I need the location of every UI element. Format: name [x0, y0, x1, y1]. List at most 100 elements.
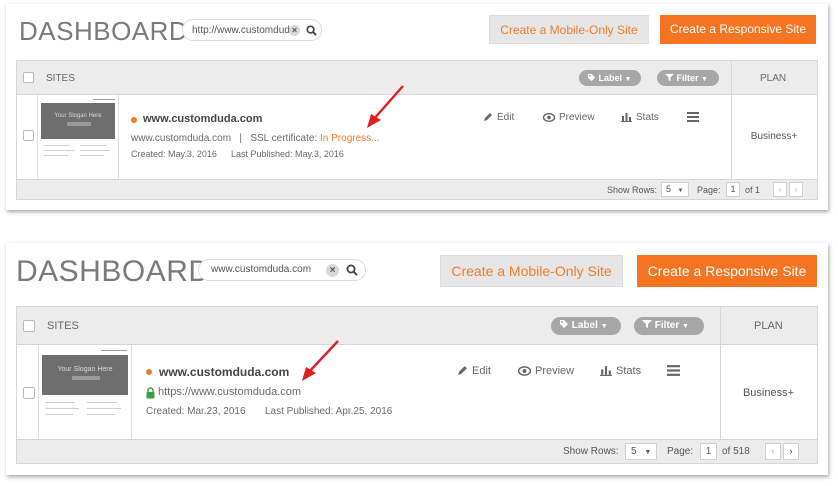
thumb-line: [45, 414, 73, 415]
page-label: Page:: [667, 446, 694, 457]
thumb-hero: Your Slogan Here: [42, 355, 128, 395]
site-thumbnail[interactable]: Your Slogan Here: [37, 95, 119, 179]
show-rows-label: Show Rows:: [607, 185, 658, 195]
search-box[interactable]: www.customduda.com ×: [198, 259, 366, 281]
created-date: Created: Mar.23, 2016: [146, 406, 246, 417]
search-icon[interactable]: [306, 25, 317, 36]
site-thumbnail[interactable]: Your Slogan Here: [38, 345, 132, 441]
prev-page-button[interactable]: ‹: [773, 182, 787, 197]
plan-column-header: PLAN: [754, 320, 783, 332]
edit-icon: [484, 113, 492, 121]
lock-icon: [146, 387, 155, 399]
table-footer: Show Rows: 5 ▼ Page: 1 of 518 ‹ ›: [17, 439, 817, 463]
search-box[interactable]: http://www.customduda.c ×: [182, 19, 322, 41]
site-name-link[interactable]: www.customduda.com: [143, 113, 262, 125]
page-input[interactable]: 1: [726, 182, 740, 197]
site-url-line: www.customduda.com | SSL certificate: In…: [131, 133, 379, 144]
search-input[interactable]: http://www.customduda.c: [192, 25, 292, 36]
site-url[interactable]: www.customduda.com: [131, 133, 231, 144]
arrow-annotation: [302, 340, 339, 381]
dashboard-panel-after: DASHBOARD www.customduda.com × Create a …: [6, 243, 828, 475]
edit-action[interactable]: Edit: [483, 112, 514, 123]
chevron-down-icon: ▼: [600, 323, 608, 330]
status-dot: [146, 369, 152, 375]
filter-dropdown-text: Filter: [676, 73, 699, 83]
table-row[interactable]: Your Slogan Here www.customduda.com http…: [17, 345, 817, 441]
edit-icon: [458, 366, 467, 375]
label-dropdown[interactable]: Label ▼: [579, 70, 641, 86]
status-dot: [131, 117, 137, 123]
search-input[interactable]: www.customduda.com: [211, 264, 321, 275]
tag-icon: [560, 320, 568, 328]
thumb-line: [80, 150, 110, 151]
page-input[interactable]: 1: [700, 443, 717, 460]
clear-icon[interactable]: ×: [326, 264, 339, 277]
chevron-down-icon: ▼: [682, 323, 689, 330]
table-header: SITES Label ▼ Filter ▼ PLAN: [17, 61, 817, 95]
stats-icon: [600, 366, 612, 376]
thumb-nav: [101, 350, 127, 351]
plan-value: Business+: [750, 131, 798, 142]
stats-icon: [621, 113, 632, 122]
separator: |: [239, 133, 242, 144]
rows-per-page-select[interactable]: 5 ▼: [661, 182, 689, 197]
filter-dropdown[interactable]: Filter ▼: [657, 70, 719, 86]
site-url[interactable]: https://www.customduda.com: [158, 386, 301, 398]
label-dropdown-text: Label: [598, 73, 623, 83]
page-title: DASHBOARD: [19, 16, 189, 46]
table-row[interactable]: Your Slogan Here www.customduda.com www.…: [17, 95, 817, 179]
select-all-checkbox[interactable]: [23, 72, 34, 83]
sites-column-header: SITES: [46, 73, 75, 84]
next-page-button[interactable]: ›: [783, 443, 799, 460]
rows-value: 5: [631, 446, 637, 457]
stats-action[interactable]: Stats: [600, 365, 641, 377]
prev-page-button[interactable]: ‹: [765, 443, 781, 460]
thumb-line: [87, 414, 115, 415]
filter-icon: [665, 73, 674, 82]
rows-value: 5: [666, 184, 672, 194]
row-checkbox[interactable]: [23, 387, 35, 399]
ssl-status: In Progress...: [320, 133, 380, 144]
last-published-date: Last Published: Apr.25, 2016: [265, 406, 393, 417]
menu-icon[interactable]: [667, 365, 680, 376]
label-dropdown[interactable]: Label ▼: [551, 317, 621, 335]
filter-icon: [642, 320, 652, 328]
chevron-down-icon: ▼: [624, 76, 632, 83]
preview-label: Preview: [559, 112, 595, 123]
preview-action[interactable]: Preview: [542, 112, 595, 123]
clear-icon[interactable]: ×: [289, 25, 300, 36]
thumb-line: [80, 155, 104, 156]
created-date: Created: May.3, 2016: [131, 149, 217, 159]
edit-label: Edit: [497, 112, 515, 123]
site-name-link[interactable]: www.customduda.com: [159, 365, 289, 379]
create-mobile-site-button[interactable]: Create a Mobile-Only Site: [489, 15, 649, 44]
table-header: SITES Label ▼ Filter ▼ PLAN: [17, 307, 817, 345]
menu-icon[interactable]: [687, 112, 699, 122]
create-responsive-site-button[interactable]: Create a Responsive Site: [660, 15, 816, 44]
last-published-date: Last Published: May.3, 2016: [231, 149, 344, 159]
stats-label: Stats: [616, 365, 642, 377]
preview-action[interactable]: Preview: [517, 365, 574, 377]
thumb-line: [44, 155, 68, 156]
rows-per-page-select[interactable]: 5 ▼: [625, 443, 657, 460]
select-all-checkbox[interactable]: [23, 320, 35, 332]
search-icon[interactable]: [346, 264, 358, 276]
create-responsive-site-button[interactable]: Create a Responsive Site: [637, 255, 817, 287]
chevron-down-icon: ▼: [701, 76, 708, 83]
sites-table: SITES Label ▼ Filter ▼ PLAN Your Slogan …: [16, 60, 818, 200]
chevron-down-icon: ▼: [644, 449, 652, 456]
dashboard-panel-before: DASHBOARD http://www.customduda.c × Crea…: [6, 4, 828, 210]
page-label: Page:: [697, 185, 721, 195]
thumb-line: [44, 145, 70, 146]
next-page-button[interactable]: ›: [789, 182, 803, 197]
show-rows-label: Show Rows:: [563, 446, 619, 457]
table-footer: Show Rows: 5 ▼ Page: 1 of 1 ‹ ›: [17, 179, 817, 199]
stats-action[interactable]: Stats: [621, 112, 659, 123]
edit-action[interactable]: Edit: [457, 365, 491, 377]
thumb-slogan: Your Slogan Here: [54, 113, 102, 119]
page-count: of 518: [722, 446, 750, 457]
create-mobile-site-button[interactable]: Create a Mobile-Only Site: [440, 255, 623, 287]
page-count: of 1: [745, 185, 761, 195]
filter-dropdown[interactable]: Filter ▼: [634, 317, 704, 335]
row-checkbox[interactable]: [23, 130, 34, 141]
